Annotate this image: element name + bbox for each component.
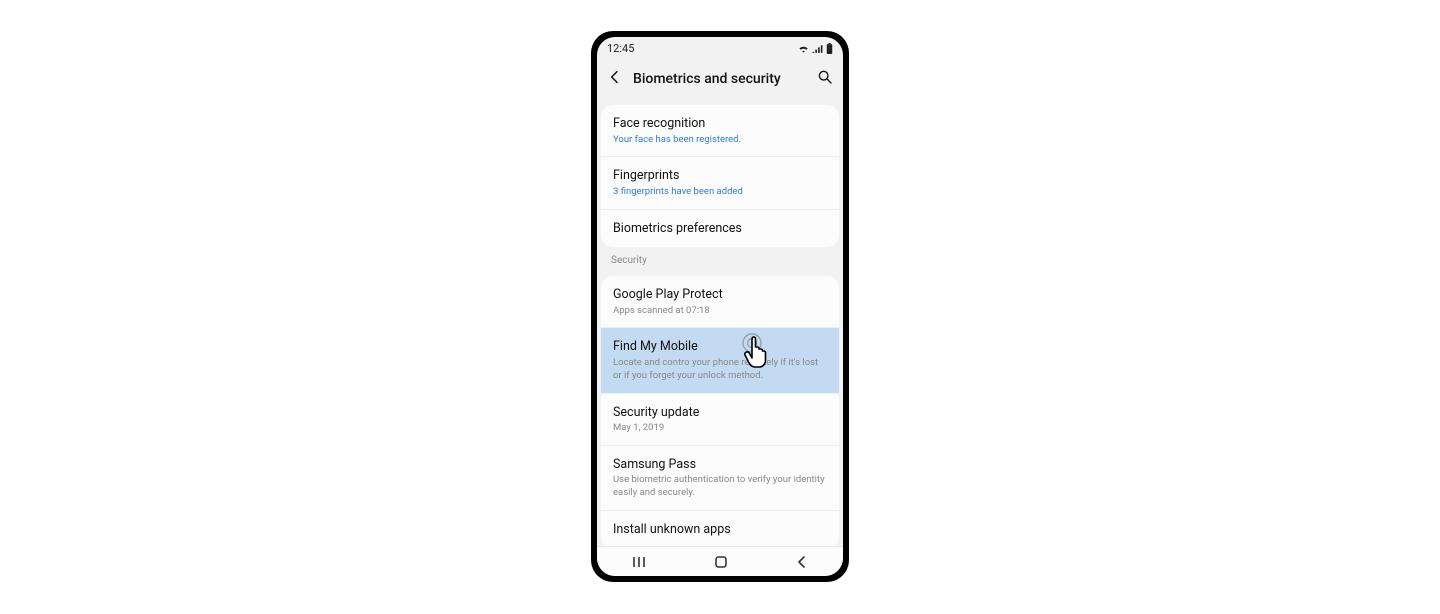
nav-back-icon[interactable] (795, 555, 809, 569)
phone-screen: 12:45 Biometrics and security (597, 37, 843, 576)
row-title: Security update (613, 404, 827, 422)
battery-icon (826, 43, 833, 54)
row-find-my-mobile[interactable]: Find My Mobile Locate and contro your ph… (601, 328, 839, 393)
signal-icon (812, 44, 823, 53)
row-subtitle: May 1, 2019 (613, 422, 827, 435)
row-face-recognition[interactable]: Face recognition Your face has been regi… (601, 105, 839, 157)
row-subtitle: Apps scanned at 07:18 (613, 305, 827, 318)
row-title: Find My Mobile (613, 338, 827, 356)
row-samsung-pass[interactable]: Samsung Pass Use biometric authenticatio… (601, 446, 839, 511)
row-play-protect[interactable]: Google Play Protect Apps scanned at 07:1… (601, 276, 839, 328)
row-title: Fingerprints (613, 167, 827, 185)
row-security-update[interactable]: Security update May 1, 2019 (601, 394, 839, 446)
app-bar: Biometrics and security (597, 59, 843, 99)
phone-frame: 12:45 Biometrics and security (591, 31, 849, 582)
row-subtitle: Locate and contro your phone remotely if… (613, 357, 827, 383)
wifi-icon (798, 44, 809, 53)
biometrics-card: Face recognition Your face has been regi… (601, 105, 839, 247)
row-unknown-apps[interactable]: Install unknown apps (601, 511, 839, 546)
row-title: Face recognition (613, 115, 827, 133)
home-icon[interactable] (714, 555, 728, 569)
row-subtitle: Your face has been registered. (613, 134, 827, 147)
content: Face recognition Your face has been regi… (597, 99, 843, 546)
nav-bar (597, 546, 843, 576)
row-biometrics-prefs[interactable]: Biometrics preferences (601, 210, 839, 248)
status-bar: 12:45 (597, 37, 843, 59)
row-title: Biometrics preferences (613, 220, 827, 238)
row-subtitle: 3 fingerprints have been added (613, 186, 827, 199)
row-title: Google Play Protect (613, 286, 827, 304)
back-icon[interactable] (607, 69, 623, 89)
section-header-security: Security (597, 247, 843, 270)
row-title: Install unknown apps (613, 521, 827, 539)
status-time: 12:45 (607, 42, 634, 55)
security-card: Google Play Protect Apps scanned at 07:1… (601, 276, 839, 546)
row-fingerprints[interactable]: Fingerprints 3 fingerprints have been ad… (601, 157, 839, 209)
recents-icon[interactable] (631, 555, 647, 569)
row-title: Samsung Pass (613, 456, 827, 474)
row-subtitle: Use biometric authentication to verify y… (613, 474, 827, 500)
status-icons (798, 43, 833, 54)
search-icon[interactable] (817, 69, 833, 89)
page-title: Biometrics and security (633, 71, 807, 87)
